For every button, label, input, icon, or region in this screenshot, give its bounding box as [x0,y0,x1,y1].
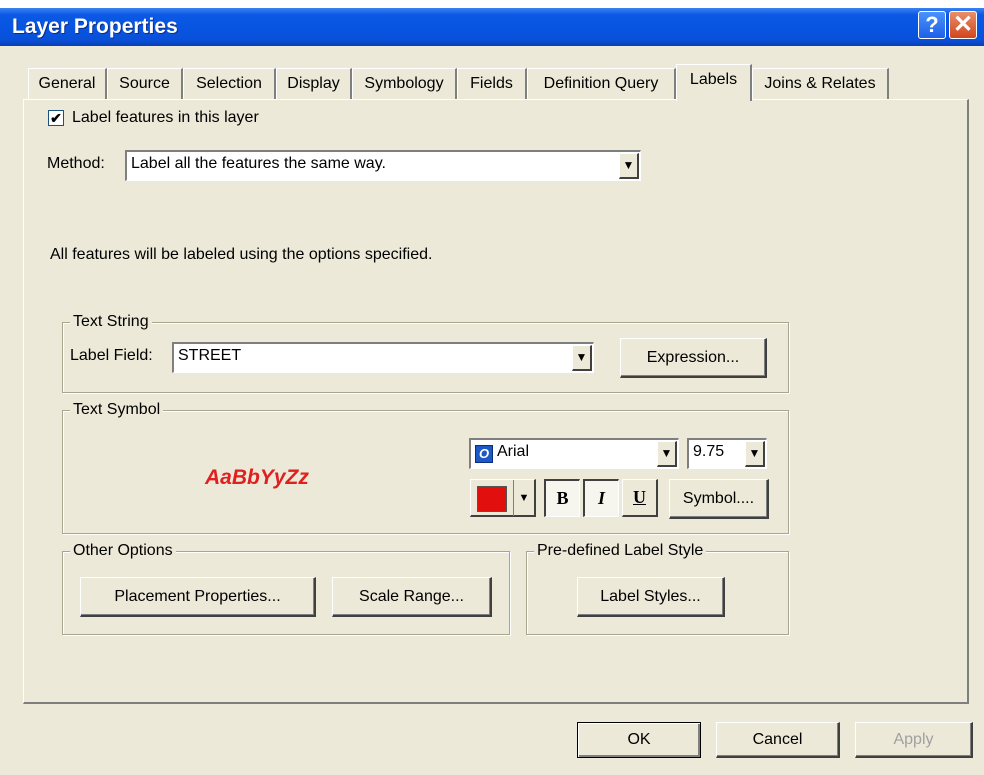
opentype-font-icon: O [475,445,493,463]
other-options-group-title: Other Options [70,542,176,560]
placement-properties-button[interactable]: Placement Properties... [80,577,316,617]
bold-button[interactable]: B [544,479,580,517]
window-title: Layer Properties [12,15,178,38]
tab-fields[interactable]: Fields [457,68,527,100]
font-size-dropdown-arrow-icon[interactable]: ▼ [745,441,765,467]
method-dropdown-arrow-icon[interactable]: ▼ [619,153,639,179]
tab-source[interactable]: Source [107,68,183,100]
italic-button[interactable]: I [583,479,619,517]
help-icon[interactable]: ? [918,11,946,39]
font-name: Arial [497,443,530,460]
font-dropdown[interactable]: O Arial ▼ [469,438,679,469]
text-string-group-title: Text String [70,313,152,331]
tab-display[interactable]: Display [276,68,352,100]
method-label: Method: [47,155,105,172]
label-field-dropdown-arrow-icon[interactable]: ▼ [572,345,592,371]
font-dropdown-arrow-icon[interactable]: ▼ [657,441,677,467]
label-sample-preview: AaBbYyZz [205,466,309,489]
label-styles-button[interactable]: Label Styles... [577,577,725,617]
info-text: All features will be labeled using the o… [50,246,433,263]
title-bar: Layer Properties ? ✕ [0,8,984,46]
predefined-label-style-group-title: Pre-defined Label Style [534,542,707,560]
scale-range-button[interactable]: Scale Range... [332,577,492,617]
tab-selection[interactable]: Selection [183,68,276,100]
font-value: O Arial [475,443,529,463]
apply-button[interactable]: Apply [855,722,973,758]
label-features-checkbox[interactable]: ✔ [48,110,64,126]
text-color-swatch [477,486,507,512]
method-dropdown[interactable]: Label all the features the same way. ▼ [125,150,641,181]
label-features-label: Label features in this layer [72,109,259,126]
label-field-dropdown[interactable]: STREET ▼ [172,342,594,373]
symbol-button[interactable]: Symbol.... [669,479,769,519]
tab-joins-relates[interactable]: Joins & Relates [752,68,889,100]
text-color-button[interactable]: ▼ [470,479,536,517]
text-color-arrow-icon[interactable]: ▼ [513,480,534,516]
ok-button[interactable]: OK [577,722,701,758]
layer-properties-dialog: Layer Properties ? ✕ General Source Sele… [0,8,984,775]
tab-general[interactable]: General [28,68,107,100]
font-size-value: 9.75 [693,443,725,460]
top-strip [0,0,984,8]
underline-button[interactable]: U [622,479,658,517]
tab-labels[interactable]: Labels [676,64,752,101]
close-icon[interactable]: ✕ [949,11,977,39]
tab-symbology[interactable]: Symbology [352,68,457,100]
tab-definition-query[interactable]: Definition Query [527,68,676,100]
font-size-dropdown[interactable]: 9.75 ▼ [687,438,767,469]
text-symbol-group-title: Text Symbol [70,401,164,419]
tab-strip: General Source Selection Display Symbolo… [0,64,984,101]
expression-button[interactable]: Expression... [620,338,767,378]
label-field-value: STREET [178,347,242,364]
cancel-button[interactable]: Cancel [716,722,840,758]
label-field-label: Label Field: [70,347,153,364]
method-value: Label all the features the same way. [131,155,386,172]
